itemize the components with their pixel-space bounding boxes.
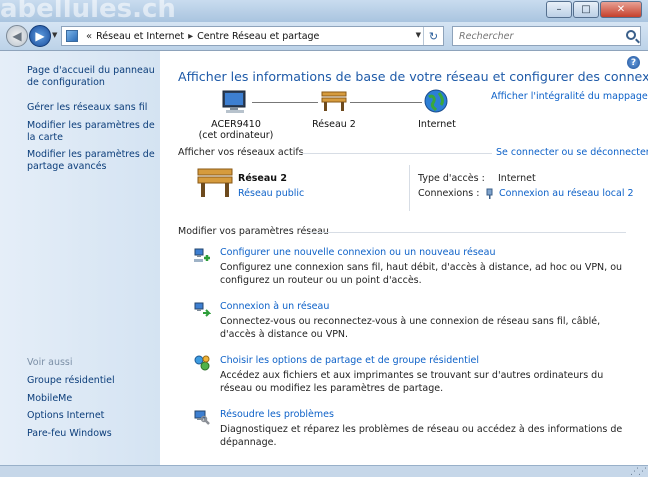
- network-type-link[interactable]: Réseau public: [238, 188, 304, 199]
- sidebar-link-homegroup[interactable]: Groupe résidentiel: [27, 375, 155, 387]
- vertical-divider: [409, 165, 410, 211]
- close-button[interactable]: ✕: [600, 1, 642, 18]
- resize-grip-icon[interactable]: ⋰⋰: [630, 467, 647, 477]
- access-type-value: Internet: [498, 173, 536, 184]
- refresh-icon[interactable]: ↻: [423, 27, 443, 45]
- change-settings-title: Modifier vos paramètres réseau: [178, 226, 329, 237]
- main-panel: ? Afficher les informations de base de v…: [160, 51, 648, 466]
- task-troubleshoot-link[interactable]: Résoudre les problèmes: [220, 409, 334, 420]
- forward-button[interactable]: ▶: [29, 25, 51, 47]
- minimize-button[interactable]: –: [546, 1, 572, 18]
- full-map-link[interactable]: Afficher l'intégralité du mappage: [491, 91, 648, 102]
- computer-icon: [222, 90, 246, 113]
- bench-icon: [321, 91, 347, 111]
- sidebar: Page d'accueil du panneau de configurati…: [0, 51, 160, 466]
- active-networks-title: Afficher vos réseaux actifs: [178, 147, 304, 158]
- task-troubleshoot-desc: Diagnostiquez et réparez les problèmes d…: [220, 424, 623, 448]
- sidebar-link-advanced-sharing[interactable]: Modifier les paramètres de partage avanc…: [27, 149, 155, 173]
- globe-icon: [424, 89, 448, 113]
- ethernet-connection-icon: [486, 188, 493, 199]
- new-connection-icon: [194, 248, 210, 262]
- map-computer-name: ACER9410: [211, 119, 261, 130]
- task-sharing-options-desc: Accédez aux fichiers et aux imprimantes …: [220, 370, 604, 394]
- map-computer-note: (cet ordinateur): [198, 130, 274, 141]
- connect-disconnect-link[interactable]: Se connecter ou se déconnecter: [496, 147, 648, 158]
- sidebar-link-internet-options[interactable]: Options Internet: [27, 410, 155, 422]
- troubleshoot-icon: [194, 410, 210, 425]
- search-icon[interactable]: [626, 30, 636, 40]
- page-title: Afficher les informations de base de vot…: [178, 69, 648, 84]
- address-dropdown-icon[interactable]: ▼: [416, 31, 421, 39]
- connection-link[interactable]: Connexion au réseau local 2: [499, 188, 634, 199]
- task-connect-network-desc: Connectez-vous ou reconnectez-vous à une…: [220, 316, 601, 340]
- map-network-label: Réseau 2: [312, 119, 356, 130]
- access-type-label: Type d'accès :: [418, 173, 485, 184]
- sidebar-link-firewall[interactable]: Pare-feu Windows: [27, 428, 155, 440]
- address-bar[interactable]: « Réseau et Internet ▸ Centre Réseau et …: [61, 26, 444, 46]
- breadcrumb-overflow[interactable]: «: [86, 31, 92, 42]
- window-controls: – □ ✕: [545, 1, 642, 18]
- search-input[interactable]: [453, 30, 613, 42]
- control-panel-icon: [66, 30, 78, 42]
- sidebar-link-manage-wireless[interactable]: Gérer les réseaux sans fil: [27, 102, 155, 114]
- navigation-bar: ◀ ▶ ▼ « Réseau et Internet ▸ Centre Rése…: [0, 22, 648, 50]
- see-also-heading: Voir aussi: [27, 357, 73, 368]
- breadcrumb-reseau-internet[interactable]: Réseau et Internet: [96, 31, 184, 42]
- help-icon[interactable]: ?: [627, 56, 640, 69]
- back-button[interactable]: ◀: [6, 25, 28, 47]
- active-network-name: Réseau 2: [238, 173, 287, 184]
- section-divider: [310, 232, 626, 233]
- map-internet-label: Internet: [418, 119, 456, 130]
- connections-label: Connexions :: [418, 188, 480, 199]
- sidebar-link-control-panel-home[interactable]: Page d'accueil du panneau de configurati…: [27, 65, 155, 89]
- public-network-bench-icon: [197, 168, 233, 197]
- task-new-connection-link[interactable]: Configurer une nouvelle connexion ou un …: [220, 247, 496, 258]
- recent-pages-dropdown-icon[interactable]: ▼: [52, 31, 57, 39]
- status-bar: ⋰⋰: [0, 465, 648, 477]
- breadcrumb-centre-reseau[interactable]: Centre Réseau et partage: [197, 31, 319, 42]
- breadcrumb-separator-icon[interactable]: ▸: [188, 31, 193, 42]
- section-divider: [302, 153, 492, 154]
- search-box[interactable]: [452, 26, 641, 46]
- sharing-homegroup-icon: [194, 355, 210, 371]
- sidebar-link-adapter-settings[interactable]: Modifier les paramètres de la carte: [27, 120, 155, 144]
- map-link-line: [350, 102, 422, 103]
- task-new-connection-desc: Configurez une connexion sans fil, haut …: [220, 262, 623, 286]
- map-computer-label: ACER9410 (cet ordinateur): [196, 119, 276, 141]
- task-connect-network-link[interactable]: Connexion à un réseau: [220, 301, 329, 312]
- task-sharing-options-link[interactable]: Choisir les options de partage et de gro…: [220, 355, 479, 366]
- watermark: abellules.ch: [0, 0, 176, 24]
- content-area: Page d'accueil du panneau de configurati…: [0, 50, 648, 466]
- map-link-line: [252, 102, 318, 103]
- sidebar-link-mobileme[interactable]: MobileMe: [27, 393, 155, 405]
- title-bar: abellules.ch – □ ✕: [0, 0, 648, 24]
- connect-network-icon: [194, 302, 211, 317]
- maximize-button[interactable]: □: [573, 1, 599, 18]
